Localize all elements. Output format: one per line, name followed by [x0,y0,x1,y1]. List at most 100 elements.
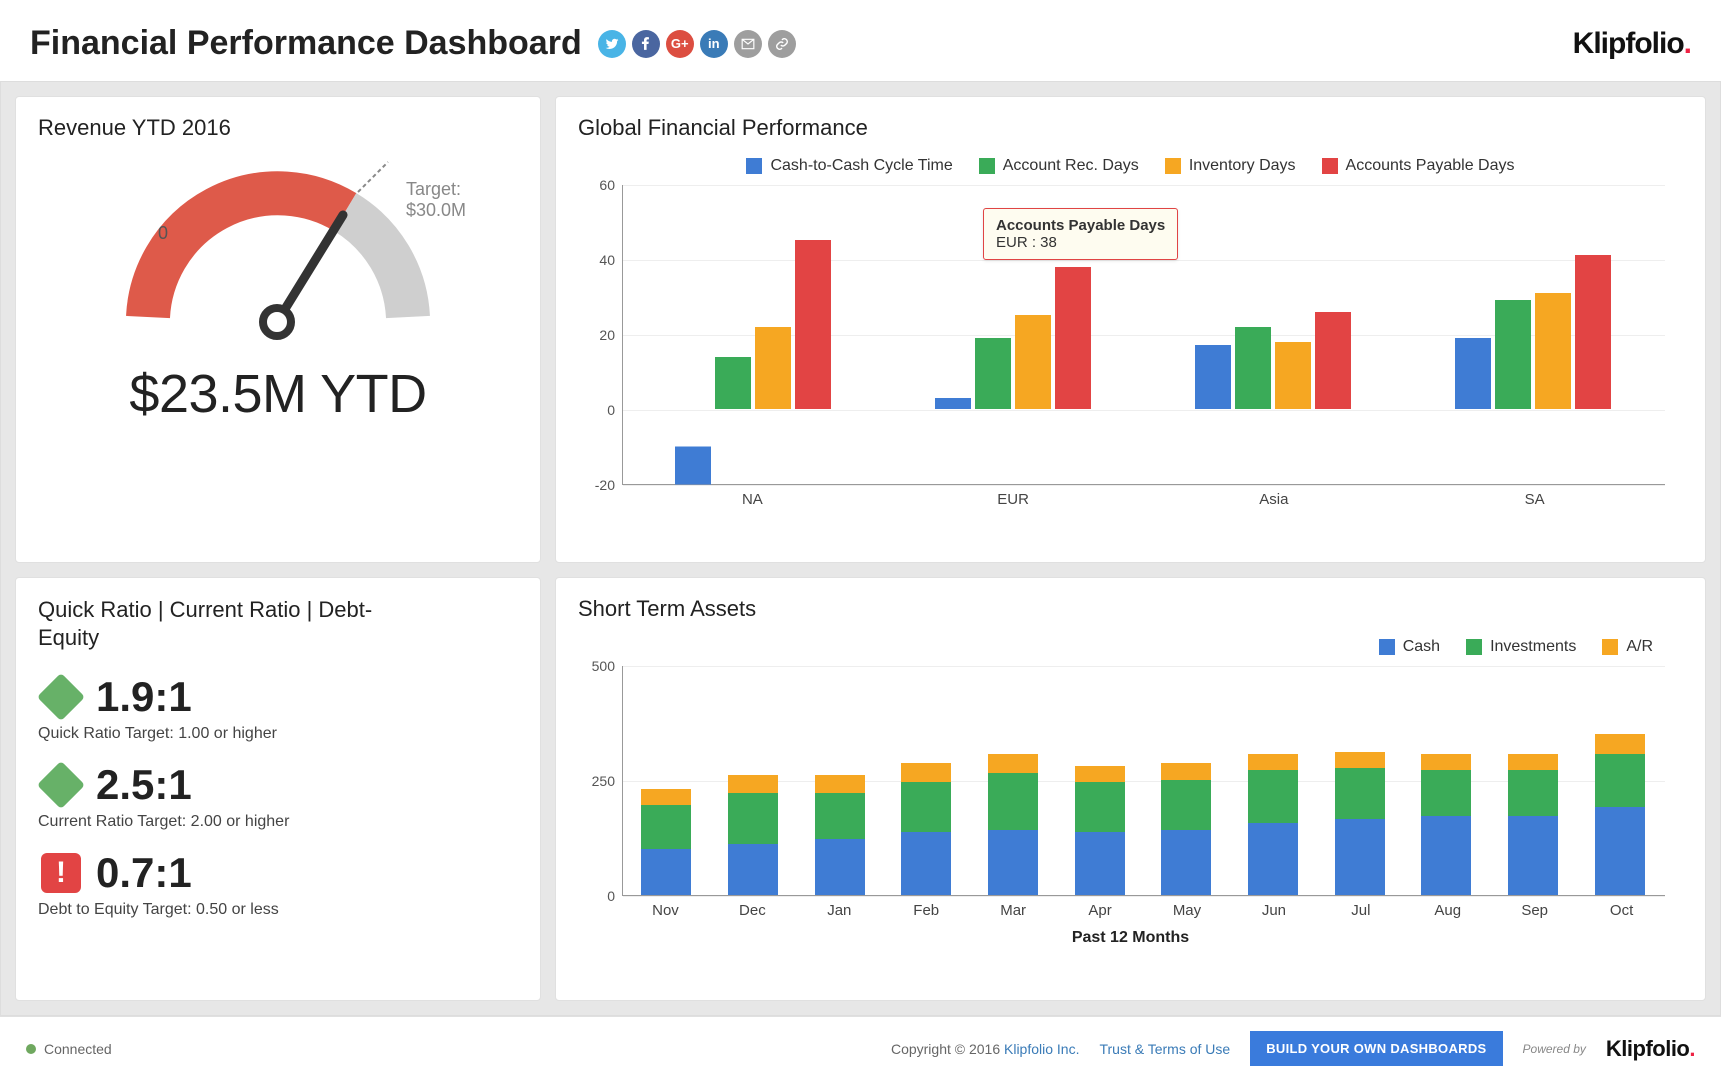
gauge-icon [98,157,458,347]
x-tick-label: Jan [796,902,883,919]
gfp-xaxis: NAEURAsiaSA [622,491,1665,508]
twitter-icon[interactable] [598,30,626,58]
bar[interactable] [1575,255,1611,409]
stacked-bar[interactable] [728,775,778,895]
bar-group [1195,312,1351,410]
stacked-bar[interactable] [815,775,865,895]
legend-item[interactable]: Account Rec. Days [979,157,1139,175]
email-icon[interactable] [734,30,762,58]
bar-segment [1248,823,1298,894]
bar[interactable] [975,338,1011,409]
status-indicator-icon [26,1044,36,1054]
powered-by-label: Powered by [1523,1042,1586,1056]
legend-item[interactable]: Cash [1379,638,1440,656]
chart-tooltip: Accounts Payable DaysEUR : 38 [983,208,1178,260]
bar-segment [1075,766,1125,782]
stacked-bar[interactable] [1075,766,1125,895]
bar[interactable] [935,398,971,409]
link-icon[interactable] [768,30,796,58]
short-term-assets-card: Short Term Assets CashInvestmentsA/R 025… [555,577,1706,1002]
x-tick-label: Nov [622,902,709,919]
x-tick-label: May [1144,902,1231,919]
copyright-text: Copyright © 2016 Klipfolio Inc. [891,1041,1080,1057]
ratio-target-text: Current Ratio Target: 2.00 or higher [38,813,518,831]
bar[interactable] [1055,267,1091,410]
terms-link[interactable]: Trust & Terms of Use [1099,1041,1230,1057]
bar-segment [815,793,865,839]
bar-segment [988,754,1038,772]
bar[interactable] [1495,300,1531,409]
bar-segment [815,775,865,793]
y-tick-label: 0 [607,402,615,418]
bar[interactable] [1275,342,1311,410]
ratio-item: 2.5:1Current Ratio Target: 2.00 or highe… [38,761,518,831]
x-tick-label: SA [1404,491,1665,508]
bar-segment [1335,819,1385,895]
legend-item[interactable]: Cash-to-Cash Cycle Time [746,157,952,175]
ok-diamond-icon [37,673,85,721]
global-financial-performance-card: Global Financial Performance Cash-to-Cas… [555,96,1706,563]
linkedin-icon[interactable]: in [700,30,728,58]
stacked-bar[interactable] [1161,763,1211,894]
sta-xaxis: NovDecJanFebMarAprMayJunJulAugSepOct [622,902,1665,919]
legend-item[interactable]: A/R [1602,638,1653,656]
ratio-item: !0.7:1Debt to Equity Target: 0.50 or les… [38,849,518,919]
bar-segment [1508,816,1558,894]
x-tick-label: Mar [970,902,1057,919]
x-tick-label: Dec [709,902,796,919]
gauge-min-label: 0 [158,223,168,244]
bar-segment [901,763,951,781]
stacked-bar[interactable] [1595,734,1645,895]
bar[interactable] [1315,312,1351,410]
bar[interactable] [1195,345,1231,409]
bar[interactable] [675,447,711,485]
bar-segment [1335,768,1385,819]
bar[interactable] [1015,315,1051,409]
ratio-value: 0.7:1 [96,849,192,897]
bar-segment [1508,770,1558,816]
page-title: Financial Performance Dashboard [30,24,582,63]
bar-segment [1421,770,1471,816]
legend-item[interactable]: Accounts Payable Days [1322,157,1515,175]
stacked-bar[interactable] [901,763,951,894]
bar[interactable] [1535,293,1571,409]
gfp-chart: Cash-to-Cash Cycle Time Account Rec. Days… [578,157,1683,508]
bar-segment [1421,816,1471,894]
stacked-bar[interactable] [1335,752,1385,895]
bar[interactable] [795,240,831,409]
stacked-bar[interactable] [641,789,691,895]
ratios-list: 1.9:1Quick Ratio Target: 1.00 or higher 2… [38,673,518,919]
sta-xlabel: Past 12 Months [578,929,1683,947]
bar[interactable] [755,327,791,410]
legend-item[interactable]: Investments [1466,638,1576,656]
ok-diamond-icon [37,761,85,809]
bar-segment [1508,754,1558,770]
ratio-target-text: Quick Ratio Target: 1.00 or higher [38,725,518,743]
x-tick-label: Feb [883,902,970,919]
card-title: Quick Ratio | Current Ratio | Debt-Equit… [38,596,418,653]
card-title: Short Term Assets [578,596,1683,622]
stacked-bar[interactable] [1508,754,1558,894]
facebook-icon[interactable] [632,30,660,58]
bar[interactable] [1455,338,1491,409]
legend-item[interactable]: Inventory Days [1165,157,1296,175]
bar-segment [1595,734,1645,755]
stacked-bar[interactable] [1421,754,1471,894]
footer: Connected Copyright © 2016 Klipfolio Inc… [0,1016,1721,1080]
bar-segment [728,844,778,895]
bar-segment [1075,782,1125,833]
gfp-legend: Cash-to-Cash Cycle Time Account Rec. Days… [578,157,1683,175]
build-dashboards-button[interactable]: BUILD YOUR OWN DASHBOARDS [1250,1031,1502,1066]
bar[interactable] [1235,327,1271,410]
brand-logo: Klipfolio. [1573,27,1691,61]
bar[interactable] [715,357,751,410]
stacked-bar[interactable] [1248,754,1298,894]
copyright-link[interactable]: Klipfolio Inc. [1004,1041,1079,1057]
ratio-item: 1.9:1Quick Ratio Target: 1.00 or higher [38,673,518,743]
stacked-bar[interactable] [988,754,1038,894]
alert-icon: ! [41,853,81,893]
y-tick-label: 60 [599,177,615,193]
x-tick-label: Jul [1317,902,1404,919]
google-plus-icon[interactable]: G+ [666,30,694,58]
x-tick-label: Apr [1057,902,1144,919]
